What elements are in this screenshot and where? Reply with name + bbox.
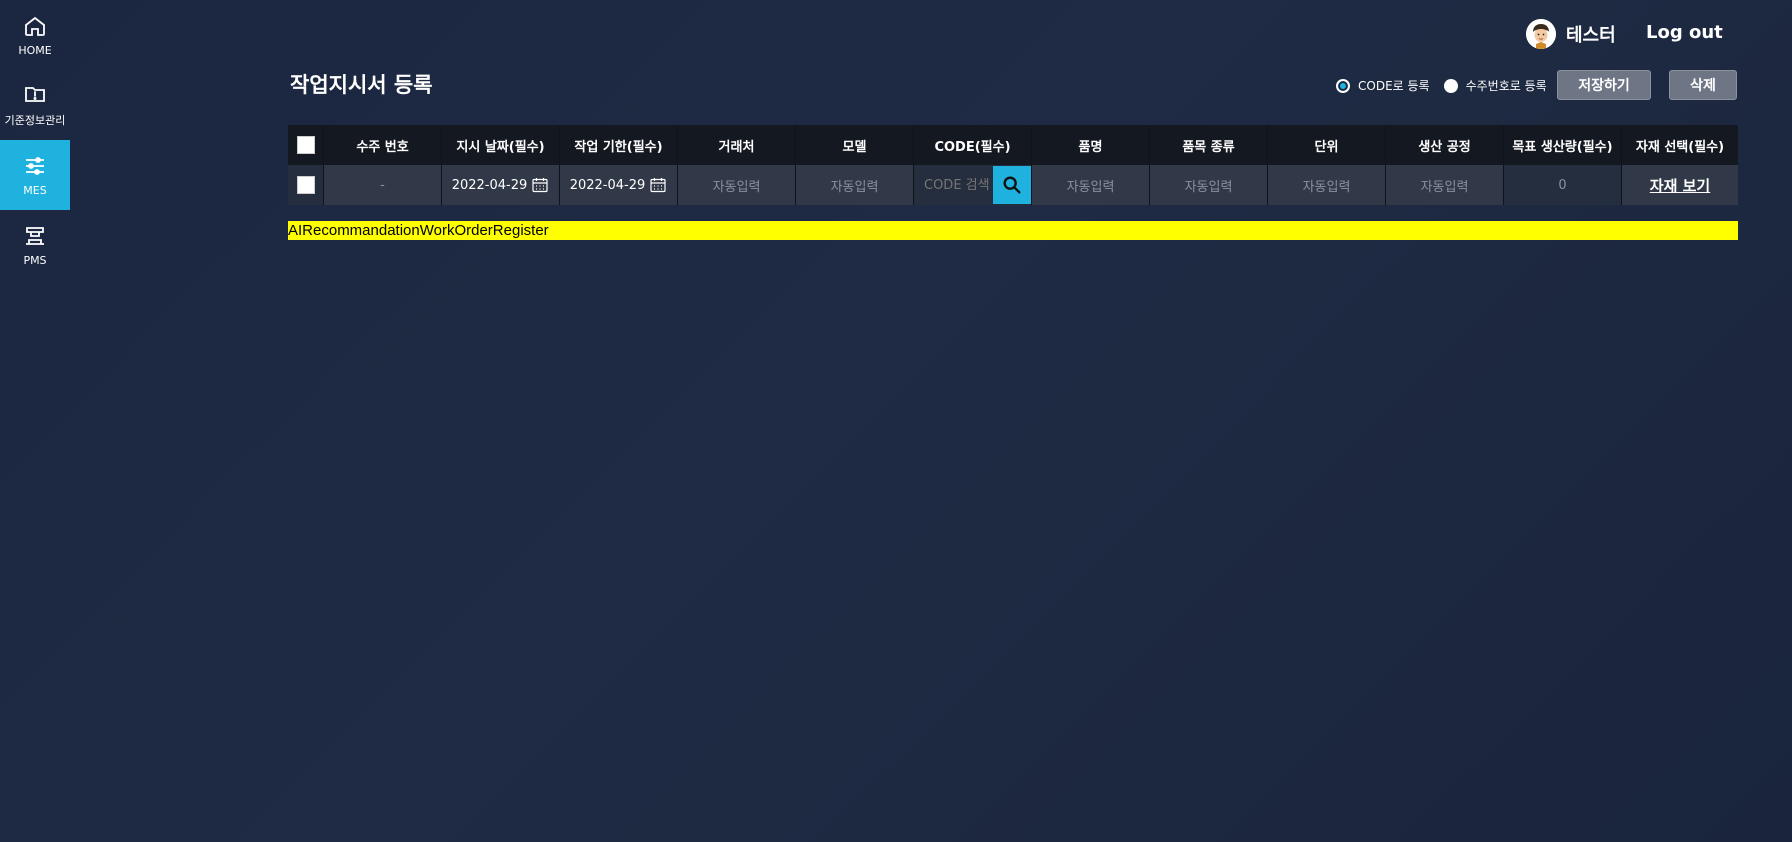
row-checkbox-cell <box>288 165 324 205</box>
component-name-banner: AIRecommandationWorkOrderRegister <box>288 221 1738 240</box>
sliders-icon <box>26 156 44 175</box>
column-header: 목표 생산량(필수) <box>1504 125 1622 165</box>
column-header: 작업 기한(필수) <box>560 125 678 165</box>
model-cell: 자동입력 <box>796 165 914 205</box>
radio-label-code: CODE로 등록 <box>1358 79 1430 93</box>
nav-item-pms[interactable]: PMS <box>0 210 70 280</box>
nav-item-label: HOME <box>18 43 52 57</box>
instruct-date-value: 2022-04-29 <box>451 177 528 193</box>
instruct-date-cell[interactable]: 2022-04-29 <box>442 165 560 205</box>
nav-item-label: 기준정보관리 <box>4 114 66 127</box>
code-search-button[interactable] <box>993 166 1031 204</box>
column-header: 품명 <box>1032 125 1150 165</box>
save-button[interactable]: 저장하기 <box>1557 70 1651 100</box>
delete-button[interactable]: 삭제 <box>1669 70 1737 100</box>
view-materials-link[interactable]: 자재 보기 <box>1650 175 1710 196</box>
code-search-input[interactable] <box>914 164 993 206</box>
process-cell: 자동입력 <box>1386 165 1504 205</box>
unit-cell: 자동입력 <box>1268 165 1386 205</box>
calendar-icon[interactable] <box>531 176 549 194</box>
logout-button[interactable]: Log out <box>1646 22 1723 43</box>
nav-item-mes[interactable]: MES <box>0 140 70 210</box>
column-header: CODE(필수) <box>914 125 1032 165</box>
user-profile: 테스터 <box>1526 19 1616 49</box>
item-type-cell: 자동입력 <box>1150 165 1268 205</box>
code-cell <box>914 164 1032 206</box>
page-title: 작업지시서 등록 <box>290 73 433 97</box>
column-header: 자재 선택(필수) <box>1635 139 1725 155</box>
home-icon <box>25 16 45 36</box>
radio-register-by-code[interactable] <box>1336 78 1350 93</box>
folder-alert-icon <box>25 87 45 102</box>
order-no-cell: - <box>324 165 442 205</box>
press-machine-icon <box>26 226 44 245</box>
deadline-value: 2022-04-29 <box>569 177 646 193</box>
radio-register-by-order-no[interactable] <box>1443 78 1458 93</box>
column-header: 모델 <box>796 125 914 165</box>
column-header: 거래처 <box>678 125 796 165</box>
avatar <box>1526 19 1556 49</box>
item-name-cell: 자동입력 <box>1032 165 1150 205</box>
column-header: 지시 날짜(필수) <box>442 125 560 165</box>
client-cell: 자동입력 <box>678 165 796 205</box>
column-header: 품목 종류 <box>1150 125 1268 165</box>
nav-item-home[interactable]: HOME <box>0 0 70 70</box>
search-icon <box>1003 176 1021 194</box>
nav-item-label: PMS <box>23 253 47 267</box>
table-header-row: 수주 번호 지시 날짜(필수) 작업 기한(필수) 거래처 모델 CODE(필수… <box>288 125 1738 165</box>
work-order-table: 수주 번호 지시 날짜(필수) 작업 기한(필수) 거래처 모델 CODE(필수… <box>288 125 1738 206</box>
target-qty-cell[interactable]: 0 <box>1504 165 1622 205</box>
table-row: - 2022-04-29 2022-04-29 자동입력 자동입력 자동입력 자… <box>288 164 1738 206</box>
header-checkbox-cell <box>288 125 324 165</box>
calendar-icon[interactable] <box>649 176 667 194</box>
select-all-checkbox[interactable] <box>296 136 315 154</box>
sidebar: HOME 기준정보관리 MES PMS <box>0 0 70 842</box>
register-mode-radio-group: CODE로 등록 수주번호로 등록 <box>1336 77 1561 94</box>
nav-item-label: MES <box>23 183 47 197</box>
avatar-face-icon <box>1526 19 1556 49</box>
column-header: 생산 공정 <box>1386 125 1504 165</box>
column-header: 수주 번호 <box>324 125 442 165</box>
material-select-cell: 자재 보기 <box>1622 165 1738 205</box>
deadline-cell[interactable]: 2022-04-29 <box>560 165 678 205</box>
user-name: 테스터 <box>1566 25 1616 46</box>
radio-label-order-no: 수주번호로 등록 <box>1465 79 1547 93</box>
nav-item-master-data[interactable]: 기준정보관리 <box>0 70 70 140</box>
row-checkbox[interactable] <box>296 176 315 194</box>
column-header: 단위 <box>1268 125 1386 165</box>
